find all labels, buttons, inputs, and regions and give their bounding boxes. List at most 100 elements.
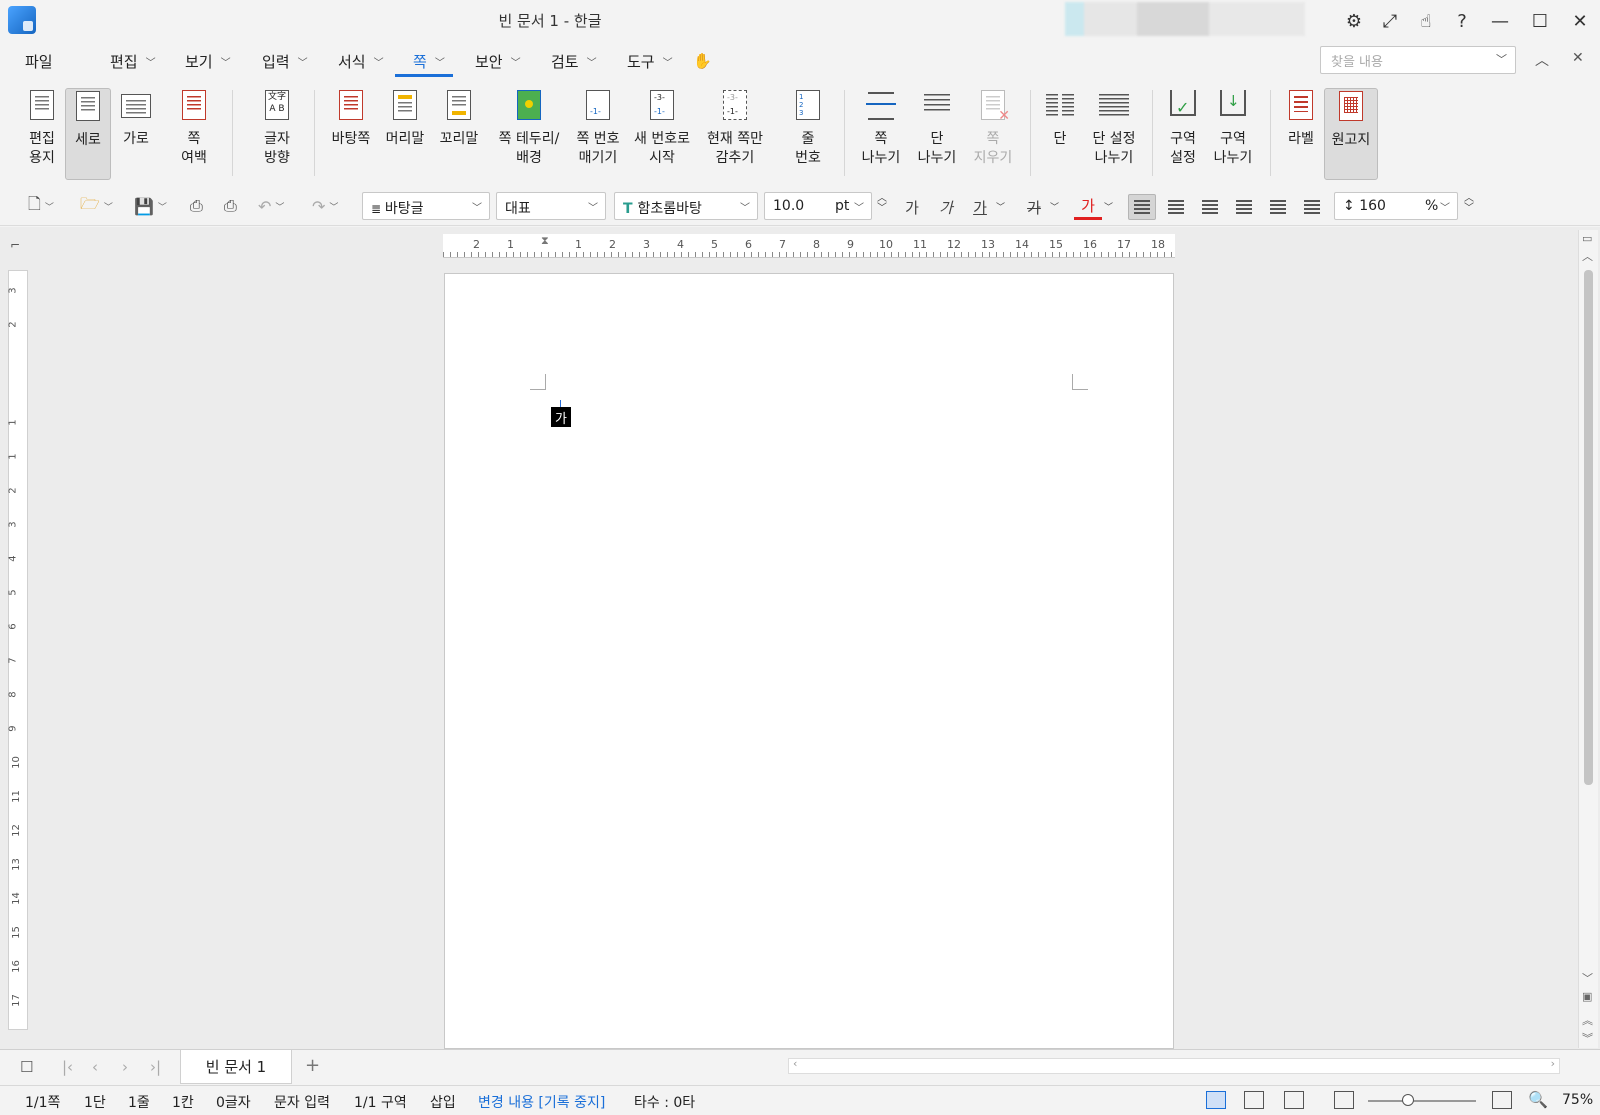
zoom-slider-knob[interactable] bbox=[1402, 1094, 1414, 1106]
zoom-icon[interactable]: 🔍 bbox=[1528, 1090, 1548, 1109]
fit-page-icon[interactable] bbox=[1284, 1091, 1304, 1109]
ruler-corner-icon[interactable]: ⌐ bbox=[10, 238, 20, 252]
redo-icon[interactable]: ↷ ﹀ bbox=[312, 194, 338, 218]
document-page[interactable]: 가 bbox=[444, 273, 1174, 1049]
help-icon[interactable]: ? bbox=[1444, 6, 1480, 36]
style-select[interactable]: ≣ 바탕글 ﹀ bbox=[362, 192, 490, 220]
status-page[interactable]: 1/1쪽 bbox=[25, 1092, 60, 1112]
text-direction-button[interactable]: 文字 A B 글자 방향 bbox=[252, 88, 302, 180]
page-view-icon[interactable]: ▣ bbox=[1582, 990, 1592, 1003]
new-number-button[interactable]: -3- -1- 새 번호로 시작 bbox=[630, 88, 694, 180]
menu-insert[interactable]: 입력 ﹀ bbox=[262, 50, 308, 72]
scroll-thumb[interactable] bbox=[1584, 270, 1593, 785]
bookmark-icon[interactable]: ☐ bbox=[20, 1058, 33, 1076]
save-icon[interactable]: 💾 ﹀ bbox=[134, 194, 167, 218]
print-icon[interactable]: ⎙ bbox=[190, 194, 203, 218]
line-spacing-input[interactable]: ↕ 160% ﹀ bbox=[1334, 192, 1458, 220]
scroll-up-icon[interactable]: ▭ bbox=[1582, 232, 1592, 245]
page-border-button[interactable]: 쪽 테두리/ 배경 bbox=[494, 88, 564, 180]
chevron-down-icon[interactable]: ﹀ bbox=[1050, 194, 1059, 218]
doc-tab[interactable]: 빈 문서 1 bbox=[180, 1050, 292, 1084]
multi-page-icon[interactable] bbox=[1492, 1091, 1512, 1109]
columns-button[interactable]: 단 bbox=[1040, 88, 1080, 180]
prev-page-icon[interactable]: ︽ bbox=[1582, 1012, 1593, 1028]
manuscript-button[interactable]: 원고지 bbox=[1324, 88, 1378, 180]
label-button[interactable]: 라벨 bbox=[1278, 88, 1324, 180]
font-size-input[interactable]: 10.0 pt ﹀ bbox=[764, 192, 872, 220]
chevron-down-icon[interactable]: ﹀ bbox=[996, 194, 1005, 218]
horizontal-scrollbar[interactable]: ‹ › bbox=[788, 1057, 1560, 1074]
vertical-scrollbar[interactable]: ▭ ︿ ﹀ ▣ ︽ ︾ bbox=[1578, 230, 1598, 1048]
actual-size-icon[interactable] bbox=[1334, 1091, 1354, 1109]
menu-review[interactable]: 검토 ﹀ bbox=[551, 50, 597, 72]
bold-button[interactable]: 가 bbox=[898, 194, 926, 220]
align-justify-button[interactable] bbox=[1128, 194, 1156, 220]
handshake-icon[interactable]: ✋ bbox=[693, 50, 712, 72]
status-mode[interactable]: 문자 입력 bbox=[274, 1092, 330, 1112]
expand-icon[interactable]: ⤢ bbox=[1372, 6, 1408, 36]
settings-icon[interactable]: ⚙ bbox=[1336, 6, 1372, 36]
status-insert[interactable]: 삽입 bbox=[430, 1092, 456, 1112]
menu-edit[interactable]: 편집 ﹀ bbox=[110, 50, 156, 72]
scroll-left-icon[interactable]: ‹ bbox=[793, 1057, 797, 1070]
align-left-button[interactable] bbox=[1162, 194, 1190, 220]
first-tab-icon[interactable]: |‹ bbox=[62, 1058, 73, 1076]
page-break-button[interactable]: 쪽 나누기 bbox=[858, 88, 904, 180]
chevron-down-icon[interactable]: ﹀ bbox=[1582, 970, 1593, 986]
search-input[interactable]: 찾을 내용 ﹀ bbox=[1320, 46, 1516, 74]
undo-icon[interactable]: ↶ ﹀ bbox=[258, 194, 284, 218]
menu-security[interactable]: 보안 ﹀ bbox=[475, 50, 521, 72]
landscape-button[interactable]: 가로 bbox=[114, 88, 158, 180]
horizontal-ruler[interactable]: 2 1 ⧗ 1 2 3 4 5 6 7 8 9 10 11 12 13 14 1… bbox=[443, 234, 1175, 258]
menu-view[interactable]: 보기 ﹀ bbox=[185, 50, 231, 72]
page-number-button[interactable]: -1- 쪽 번호 매기기 bbox=[570, 88, 626, 180]
prev-tab-icon[interactable]: ‹ bbox=[92, 1058, 98, 1076]
next-page-icon[interactable]: ︾ bbox=[1582, 1030, 1593, 1046]
master-page-button[interactable]: 바탕쪽 bbox=[328, 88, 374, 180]
new-doc-icon[interactable]: 🗋 ﹀ bbox=[28, 194, 54, 218]
font-name-select[interactable]: T 함초롬바탕 ﹀ bbox=[614, 192, 758, 220]
align-distribute-button[interactable] bbox=[1264, 194, 1292, 220]
section-break-button[interactable]: ↓ 구역 나누기 bbox=[1210, 88, 1256, 180]
chevron-up-icon[interactable]: ︿ bbox=[1582, 248, 1593, 264]
align-split-button[interactable] bbox=[1298, 194, 1326, 220]
delete-page-button[interactable]: ✕ 쪽 지우기 bbox=[970, 88, 1016, 180]
maximize-icon[interactable]: ☐ bbox=[1520, 6, 1560, 36]
chevron-down-icon[interactable]: ﹀ bbox=[1104, 194, 1113, 218]
zoom-slider[interactable] bbox=[1368, 1100, 1476, 1102]
menu-page[interactable]: 쪽 ﹀ bbox=[413, 50, 445, 72]
open-folder-icon[interactable]: 🗁 ﹀ bbox=[80, 194, 113, 218]
strikethrough-button[interactable]: 가 bbox=[1020, 194, 1048, 220]
line-spacing-stepper[interactable]: ︿ ﹀ bbox=[1464, 194, 1474, 218]
scroll-right-icon[interactable]: › bbox=[1551, 1057, 1555, 1070]
next-tab-icon[interactable]: › bbox=[122, 1058, 128, 1076]
line-number-button[interactable]: 123 줄 번호 bbox=[784, 88, 832, 180]
underline-button[interactable]: 가 bbox=[966, 194, 994, 220]
menu-file[interactable]: 파일 bbox=[25, 50, 53, 72]
edit-paper-button[interactable]: 편집 용지 bbox=[20, 88, 64, 180]
touch-icon[interactable]: ☝ bbox=[1408, 6, 1444, 36]
chevron-down-icon[interactable]: ﹀ bbox=[1496, 51, 1507, 67]
menu-format[interactable]: 서식 ﹀ bbox=[338, 50, 384, 72]
page-margin-button[interactable]: 쪽 여백 bbox=[170, 88, 218, 180]
menu-tools[interactable]: 도구 ﹀ bbox=[627, 50, 673, 72]
close-icon[interactable]: ✕ bbox=[1560, 6, 1600, 36]
section-settings-button[interactable]: ✓ 구역 설정 bbox=[1160, 88, 1206, 180]
portrait-button[interactable]: 세로 bbox=[65, 88, 111, 180]
footer-button[interactable]: 꼬리말 bbox=[436, 88, 482, 180]
close-doc-icon[interactable]: ✕ bbox=[1572, 50, 1584, 66]
status-track-changes[interactable]: 변경 내용 [기록 중지] bbox=[478, 1092, 605, 1112]
align-center-button[interactable] bbox=[1196, 194, 1224, 220]
fit-width-icon[interactable] bbox=[1244, 1091, 1264, 1109]
align-right-button[interactable] bbox=[1230, 194, 1258, 220]
font-lang-select[interactable]: 대표 ﹀ bbox=[496, 192, 606, 220]
column-break-button[interactable]: 단 나누기 bbox=[914, 88, 960, 180]
zoom-level[interactable]: 75% bbox=[1562, 1092, 1593, 1108]
italic-button[interactable]: 가 bbox=[932, 194, 960, 220]
collapse-ribbon-icon[interactable]: ︿ bbox=[1535, 50, 1549, 70]
indent-marker[interactable]: ⧗ bbox=[541, 234, 549, 248]
page-layout-view-icon[interactable] bbox=[1206, 1091, 1226, 1109]
hide-current-button[interactable]: -3- -1- 현재 쪽만 감추기 bbox=[700, 88, 770, 180]
minimize-icon[interactable]: — bbox=[1480, 6, 1520, 36]
header-button[interactable]: 머리말 bbox=[382, 88, 428, 180]
